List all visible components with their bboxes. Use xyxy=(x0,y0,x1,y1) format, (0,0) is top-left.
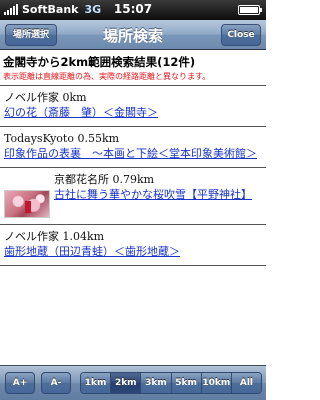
close-button[interactable]: Close xyxy=(221,24,261,46)
list-item: ノベル作家 1.04km 歯形地蔵（田辺青蛙）＜歯形地蔵＞ xyxy=(0,225,266,265)
range-all[interactable]: All xyxy=(231,373,261,393)
item-source: TodaysKyoto 0.55km xyxy=(4,132,120,145)
item-source: 京都花名所 0.79km xyxy=(54,173,155,186)
list-item: ノベル作家 0km 幻の花（斎藤 肇）＜金閣寺＞ xyxy=(0,86,266,126)
item-link[interactable]: 古社に舞う華やかな桜吹雪【平野神社】 xyxy=(54,187,262,202)
font-increase-button[interactable]: A+ xyxy=(5,372,35,394)
results-heading: 金閣寺から2km範囲検索結果(12件) xyxy=(3,55,196,69)
battery-icon xyxy=(238,5,262,15)
bottom-toolbar: A+ A- 1km 2km 3km 5km 10km All xyxy=(0,365,266,400)
range-1km[interactable]: 1km xyxy=(81,373,112,393)
results-content[interactable]: 金閣寺から2km範囲検索結果(12件) 表示距離は直線距離の為、実際の経路距離と… xyxy=(0,51,266,365)
item-source: ノベル作家 1.04km xyxy=(4,230,105,243)
item-link[interactable]: 歯形地蔵（田辺青蛙）＜歯形地蔵＞ xyxy=(4,244,262,259)
range-5km[interactable]: 5km xyxy=(171,373,202,393)
range-3km[interactable]: 3km xyxy=(141,373,172,393)
font-decrease-button[interactable]: A- xyxy=(41,372,71,394)
item-source: ノベル作家 0km xyxy=(4,91,87,104)
range-2km[interactable]: 2km xyxy=(111,373,142,393)
status-bar: SoftBank 3G 15:07 xyxy=(0,0,266,20)
range-10km[interactable]: 10km xyxy=(201,373,232,393)
navigation-bar: 場所選択 場所検索 Close xyxy=(0,20,266,50)
list-item: 京都花名所 0.79km 古社に舞う華やかな桜吹雪【平野神社】 xyxy=(0,168,266,224)
cherry-blossom-thumbnail[interactable] xyxy=(4,190,50,218)
item-link[interactable]: 印象作品の表裏 ～本画と下絵＜堂本印象美術館＞ xyxy=(4,146,262,161)
divider xyxy=(0,265,266,266)
item-link[interactable]: 幻の花（斎藤 肇）＜金閣寺＞ xyxy=(4,105,262,120)
range-selector: 1km 2km 3km 5km 10km All xyxy=(80,372,262,394)
status-time: 15:07 xyxy=(113,2,153,16)
distance-note: 表示距離は直線距離の為、実際の経路距離と異なります。 xyxy=(3,72,211,81)
list-item: TodaysKyoto 0.55km 印象作品の表裏 ～本画と下絵＜堂本印象美術… xyxy=(0,127,266,167)
